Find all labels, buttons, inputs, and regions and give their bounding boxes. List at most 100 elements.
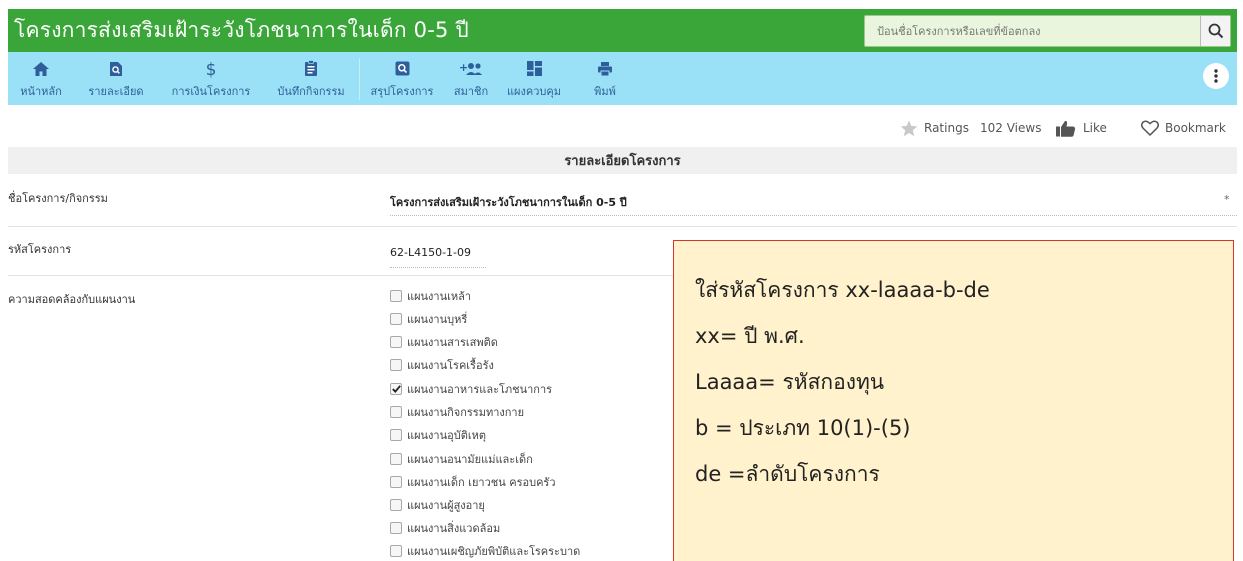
project-code-value[interactable]: 62-L4150-1-09: [390, 246, 471, 259]
checkbox[interactable]: [390, 405, 402, 418]
views-count: 102 Views: [980, 121, 1042, 135]
app-title: โครงการส่งเสริมเฝ้าระวังโภชนาการในเด็ก 0…: [14, 18, 469, 42]
project-code-label: รหัสโครงการ: [8, 243, 72, 256]
plan-checkbox-row[interactable]: แผนงานเผชิญภัยพิบัติและโรคระบาด: [390, 542, 580, 559]
toolbar-label: การเงินโครงการ: [171, 84, 251, 98]
document-search-icon: [109, 58, 123, 80]
checkbox-checked[interactable]: [390, 382, 402, 395]
plan-label: แผนงานผู้สูงอายุ: [407, 498, 485, 512]
toolbar-print[interactable]: พิมพ์: [582, 52, 628, 105]
checkbox[interactable]: [390, 289, 402, 302]
project-code-underline: [390, 267, 486, 268]
plan-checkbox-row[interactable]: แผนงานอุบัติเหตุ: [390, 426, 486, 443]
toolbar-label: สมาชิก: [453, 84, 489, 98]
svg-text:+: +: [459, 61, 468, 74]
home-icon: [32, 58, 50, 80]
plan-label: แผนงานอนามัยแม่และเด็ก: [407, 452, 533, 466]
required-mark: *: [1224, 193, 1230, 206]
dollar-icon: $: [205, 58, 217, 80]
plan-checkbox-row[interactable]: แผนงานเหล้า: [390, 287, 471, 304]
project-name-label: ชื่อโครงการ/กิจกรรม: [8, 192, 108, 205]
checkbox[interactable]: [390, 428, 402, 441]
plan-label: แผนงานสิ่งแวดล้อม: [407, 521, 501, 535]
toolbar-label: แผงควบคุม: [506, 84, 562, 98]
checkbox[interactable]: [390, 358, 402, 371]
add-people-icon: +: [459, 58, 483, 80]
checkbox[interactable]: [390, 544, 402, 557]
toolbar-finance[interactable]: $ การเงินโครงการ: [158, 52, 264, 105]
toolbar-label: พิมพ์: [594, 84, 616, 98]
row-divider: [8, 226, 1237, 227]
print-icon: [597, 58, 613, 80]
toolbar-summary[interactable]: สรุปโครงการ: [360, 52, 444, 105]
note-line: b = ประเภท 10(1)-(5): [695, 416, 911, 440]
heart-icon: [1141, 120, 1159, 136]
section-title: รายละเอียดโครงการ: [8, 147, 1237, 174]
toolbar-details[interactable]: รายละเอียด: [74, 52, 158, 105]
ratings-label: Ratings: [924, 121, 969, 135]
plan-checkbox-row[interactable]: แผนงานบุหรี่: [390, 310, 467, 327]
like-button[interactable]: Like: [1056, 118, 1107, 138]
plan-checkbox-row[interactable]: แผนงานสิ่งแวดล้อม: [390, 519, 500, 536]
like-label: Like: [1083, 121, 1107, 135]
note-line: Laaaa= รหัสกองทุน: [695, 370, 885, 394]
search-box: [864, 15, 1231, 47]
checkbox[interactable]: [390, 312, 402, 325]
toolbar-activity-log[interactable]: บันทึกกิจกรรม: [264, 52, 358, 105]
plan-checkbox-row[interactable]: แผนงานกิจกรรมทางกาย: [390, 403, 524, 420]
svg-text:$: $: [206, 60, 217, 78]
plan-checkbox-row[interactable]: แผนงานเด็ก เยาวชน ครอบครัว: [390, 473, 556, 490]
plan-checkbox-row[interactable]: แผนงานอาหารและโภชนาการ: [390, 380, 552, 397]
project-name-value[interactable]: โครงการส่งเสริมเฝ้าระวังโภชนาการในเด็ก 0…: [390, 193, 627, 211]
plan-label: แผนงานอาหารและโภชนาการ: [407, 382, 553, 396]
plan-label: แผนงานเด็ก เยาวชน ครอบครัว: [407, 475, 556, 489]
plan-checkbox-row[interactable]: แผนงานอนามัยแม่และเด็ก: [390, 450, 533, 467]
checkbox[interactable]: [390, 475, 402, 488]
top-strip: [0, 0, 1243, 9]
search-icon: [395, 58, 410, 80]
toolbar-members[interactable]: + สมาชิก: [444, 52, 498, 105]
plan-label: แผนงานบุหรี่: [407, 312, 468, 326]
search-button[interactable]: [1200, 16, 1230, 46]
toolbar-label: สรุปโครงการ: [370, 84, 434, 98]
annotation-note: ใส่รหัสโครงการ xx-laaaa-b-de xx= ปี พ.ศ.…: [673, 240, 1234, 561]
plan-checkbox-row[interactable]: แผนงานโรคเรื้อรัง: [390, 356, 494, 373]
checkbox[interactable]: [390, 521, 402, 534]
search-input[interactable]: [865, 16, 1200, 46]
plan-alignment-label: ความสอดคล้องกับแผนงาน: [8, 293, 136, 306]
toolbar-label: บันทึกกิจกรรม: [277, 84, 345, 98]
dashboard-icon: [526, 58, 542, 80]
checkmark-icon: [391, 384, 401, 393]
plan-checkbox-row[interactable]: แผนงานสารเสพติด: [390, 333, 498, 350]
star-icon: [900, 120, 918, 136]
ratings-widget[interactable]: Ratings: [900, 118, 969, 138]
note-line: ใส่รหัสโครงการ xx-laaaa-b-de: [695, 278, 990, 302]
plan-label: แผนงานเหล้า: [407, 289, 472, 303]
plan-label: แผนงานอุบัติเหตุ: [407, 428, 487, 442]
checkbox[interactable]: [390, 498, 402, 511]
checkbox[interactable]: [390, 335, 402, 348]
plan-label: แผนงานสารเสพติด: [407, 335, 498, 349]
plan-label: แผนงานกิจกรรมทางกาย: [407, 405, 525, 419]
clipboard-icon: [304, 58, 318, 80]
project-name-underline: [390, 215, 1237, 216]
plan-checkbox-row[interactable]: แผนงานผู้สูงอายุ: [390, 496, 485, 513]
note-line: de =ลำดับโครงการ: [695, 462, 880, 486]
toolbar-dashboard[interactable]: แผงควบคุม: [498, 52, 570, 105]
checkbox[interactable]: [390, 452, 402, 465]
search-icon: [1208, 23, 1223, 39]
bookmark-button[interactable]: Bookmark: [1141, 118, 1226, 138]
toolbar-label: หน้าหลัก: [20, 84, 62, 98]
plan-label: แผนงานโรคเรื้อรัง: [407, 358, 494, 372]
toolbar-home[interactable]: หน้าหลัก: [8, 52, 74, 105]
row-divider: [8, 275, 673, 276]
toolbar-label: รายละเอียด: [88, 84, 144, 98]
more-vertical-icon: [1214, 69, 1218, 83]
thumbs-up-icon: [1056, 120, 1076, 137]
main-toolbar: หน้าหลัก รายละเอียด $ การเงินโครงการ บัน…: [8, 52, 1237, 105]
note-line: xx= ปี พ.ศ.: [695, 324, 805, 348]
bookmark-label: Bookmark: [1165, 121, 1226, 135]
more-menu-button[interactable]: [1203, 63, 1229, 89]
plan-label: แผนงานเผชิญภัยพิบัติและโรคระบาด: [407, 544, 581, 558]
app-header: โครงการส่งเสริมเฝ้าระวังโภชนาการในเด็ก 0…: [8, 9, 1237, 52]
